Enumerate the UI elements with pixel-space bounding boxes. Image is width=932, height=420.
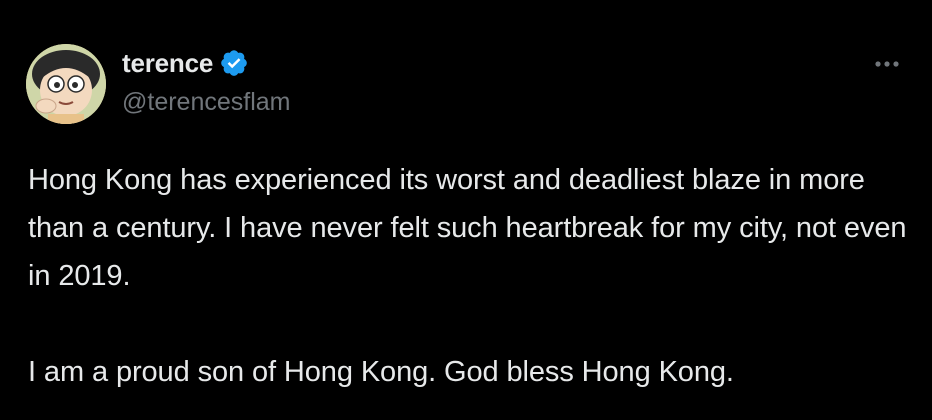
more-options-button[interactable] (870, 52, 910, 76)
author-name-row: terence (122, 46, 249, 80)
avatar-illustration (26, 44, 106, 124)
user-handle[interactable]: @terencesflam (122, 88, 291, 117)
display-name[interactable]: terence (122, 48, 213, 79)
tweet-paragraph: I am a proud son of Hong Kong. God bless… (28, 356, 734, 388)
tweet-card: terence @terencesflam Hong Kong has expe… (0, 0, 932, 420)
tweet-paragraph: Hong Kong has experienced its worst and … (28, 164, 907, 292)
avatar[interactable] (26, 44, 106, 124)
tweet-text: Hong Kong has experienced its worst and … (28, 156, 908, 396)
verified-badge-icon[interactable] (219, 48, 249, 78)
more-horizontal-icon (875, 61, 899, 67)
